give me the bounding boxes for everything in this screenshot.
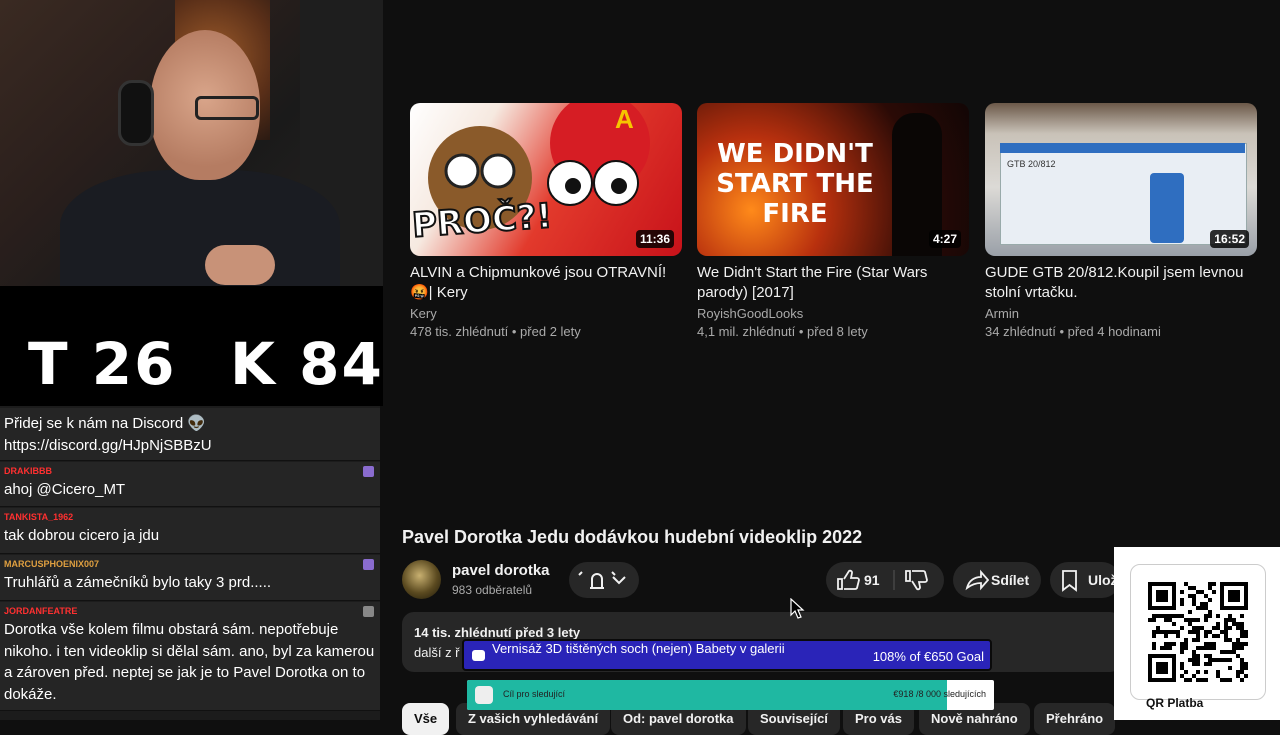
video-channel[interactable]: Kery	[410, 306, 437, 321]
video-title[interactable]: GUDE GTB 20/812.Koupil jsem levnou stoln…	[985, 263, 1257, 303]
donation-goal-bar: Vernisáž 3D tištěných soch (nejen) Babet…	[462, 639, 992, 671]
video-card[interactable]: GTB 20/812 16:52 GUDE GTB 20/812.Koupil …	[985, 103, 1257, 339]
chat-username[interactable]: JORDANFEATRE	[4, 606, 77, 616]
share-button[interactable]: Sdílet	[953, 562, 1041, 598]
subscriber-badge-icon	[363, 559, 374, 570]
chat-message: MARCUSPHOENIX007 Truhlářů a zámečníků by…	[0, 555, 380, 601]
thumbs-up-icon[interactable]	[826, 562, 944, 598]
video-duration: 4:27	[928, 230, 961, 248]
video-thumbnail[interactable]: GTB 20/812 16:52	[985, 103, 1257, 256]
follower-goal-bar: Cíl pro sledující €918 /8 000 sledujícíc…	[467, 680, 994, 710]
webcam-feed	[0, 0, 383, 286]
chip-watched[interactable]: Přehráno	[1034, 703, 1116, 735]
like-count: 91	[864, 572, 880, 588]
chat-text: tak dobrou cicero ja jdu	[4, 527, 160, 544]
chat-message: DRAKIBBB ahoj @Cicero_MT	[0, 462, 380, 507]
video-channel[interactable]: Armin	[985, 306, 1019, 321]
box-stripe	[1000, 143, 1245, 153]
video-meta: 478 tis. zhlédnutí • před 2 lety	[410, 324, 581, 339]
subscriber-badge-icon	[363, 466, 374, 477]
goal-progress: 108% of €650 Goal	[872, 649, 984, 664]
chat-message: JORDANFEATRE Dorotka vše kolem filmu obs…	[0, 602, 380, 711]
glasses	[195, 96, 259, 120]
view-count: 14 tis. zhlédnutí před 3 lety	[414, 625, 581, 640]
chat-username[interactable]: MARCUSPHOENIX007	[4, 559, 99, 569]
channel-name[interactable]: pavel dorotka	[452, 562, 550, 579]
video-card[interactable]: WE DIDN'T START THE FIRE 4:27 We Didn't …	[697, 103, 969, 339]
qr-frame	[1130, 564, 1266, 700]
video-thumbnail[interactable]: A PROČ?! 11:36	[410, 103, 682, 256]
video-meta: 4,1 mil. zhlédnutí • před 8 lety	[697, 324, 868, 339]
video-duration: 16:52	[1210, 230, 1249, 248]
mouse-cursor-icon	[790, 598, 805, 619]
chat-text: Dorotka vše kolem filmu obstará sám. nep…	[4, 621, 375, 703]
svg-text:A: A	[615, 104, 634, 134]
chat-message: TANKISTA_1962 tak dobrou cicero ja jdu	[0, 508, 380, 554]
goal-title: Vernisáž 3D tištěných soch (nejen) Babet…	[492, 641, 785, 656]
headphones	[118, 80, 154, 146]
video-duration: 11:36	[635, 230, 674, 248]
thumbnail-text: WE DIDN'T START THE FIRE	[716, 139, 874, 229]
description-text: další z ř	[414, 645, 460, 660]
like-dislike-group: 91	[826, 562, 944, 598]
video-meta: 34 zhlédnutí • před 4 hodinami	[985, 324, 1161, 339]
chat-panel: Přidej se k nám na Discord 👽 https://dis…	[0, 406, 380, 720]
video-card[interactable]: A PROČ?! 11:36 ALVIN a Chipmunkové jsou …	[410, 103, 682, 339]
qr-code-icon	[1148, 582, 1248, 682]
drill-press	[1150, 173, 1184, 243]
page-title: Pavel Dorotka Jedu dodávkou hudební vide…	[402, 527, 863, 547]
video-title[interactable]: ALVIN a Chipmunkové jsou OTRAVNÍ! 🤬| Ker…	[410, 263, 682, 303]
streamer-hand	[205, 245, 275, 285]
chat-text: ahoj @Cicero_MT	[4, 481, 126, 498]
thumbs-down-icon	[905, 570, 928, 591]
gift-icon	[472, 650, 485, 661]
follower-icon	[475, 686, 493, 704]
counter-k: K 84	[230, 330, 384, 398]
save-button[interactable]: Ulož	[1050, 562, 1120, 598]
counter-t: T 26	[28, 330, 177, 398]
chip-all[interactable]: Vše	[402, 703, 450, 735]
chat-text: Přidej se k nám na Discord 👽 https://dis…	[4, 415, 212, 454]
video-channel[interactable]: RoyishGoodLooks	[697, 306, 803, 321]
subscriber-badge-icon	[363, 606, 374, 617]
subscriber-count: 983 odběratelů	[452, 583, 533, 597]
goal-title: Cíl pro sledující	[503, 689, 566, 699]
share-icon	[965, 569, 989, 591]
bookmark-icon	[1062, 570, 1077, 592]
avatar[interactable]	[402, 560, 441, 599]
bell-icon	[578, 571, 626, 589]
video-title[interactable]: We Didn't Start the Fire (Star Wars paro…	[697, 263, 969, 303]
goal-count: €918 /8 000 sledujících	[893, 689, 986, 699]
streamer-body	[60, 170, 340, 286]
notification-bell-button[interactable]	[569, 562, 639, 598]
chat-message: Přidej se k nám na Discord 👽 https://dis…	[0, 408, 380, 461]
chat-username[interactable]: DRAKIBBB	[4, 466, 52, 476]
video-thumbnail[interactable]: WE DIDN'T START THE FIRE 4:27	[697, 103, 969, 256]
chat-username[interactable]: TANKISTA_1962	[4, 512, 73, 522]
thumbnail-text: GTB 20/812	[1007, 159, 1056, 169]
qr-label: QR Platba	[1146, 696, 1204, 710]
share-label: Sdílet	[991, 572, 1030, 588]
chat-text: Truhlářů a zámečníků bylo taky 3 prd....…	[4, 574, 272, 591]
